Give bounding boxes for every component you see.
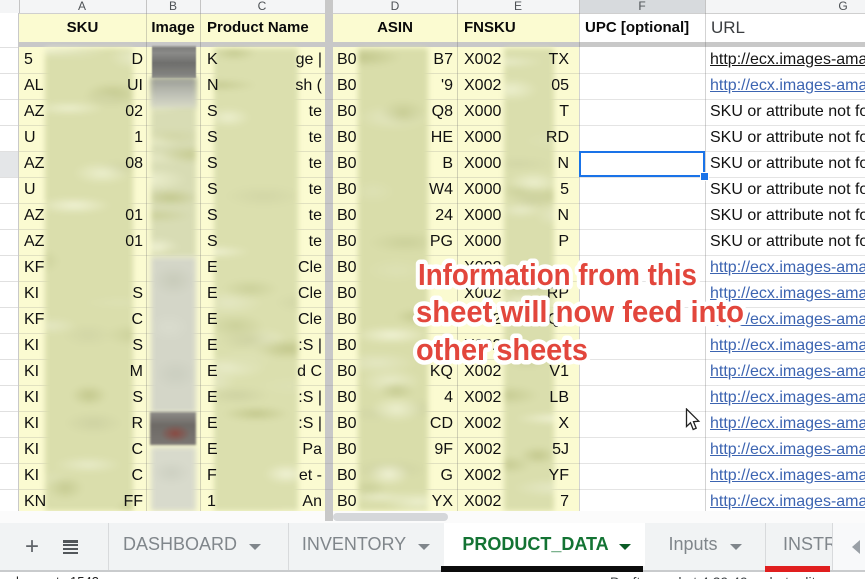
svg-text:other sheets: other sheets — [416, 332, 588, 367]
svg-text:sheet will now feed into: sheet will now feed into — [416, 294, 744, 329]
svg-text:Information from this: Information from this — [418, 257, 697, 292]
